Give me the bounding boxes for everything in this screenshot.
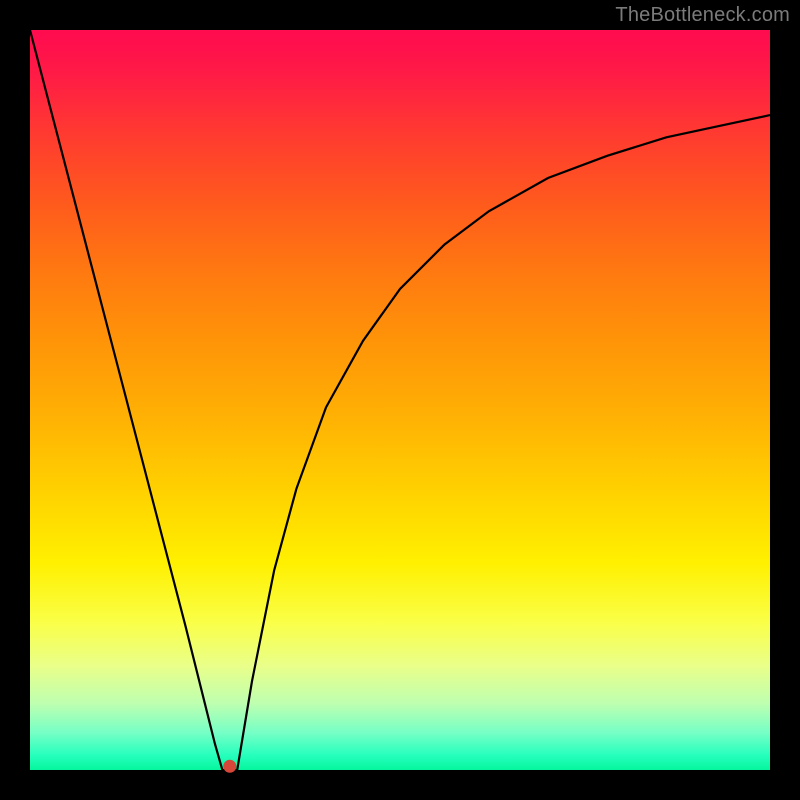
bottleneck-curve [30,30,770,770]
optimum-marker [223,760,236,773]
watermark-text: TheBottleneck.com [615,4,790,27]
curve-path [30,30,770,770]
chart-frame: TheBottleneck.com [0,0,800,800]
gradient-plot-area [30,30,770,770]
